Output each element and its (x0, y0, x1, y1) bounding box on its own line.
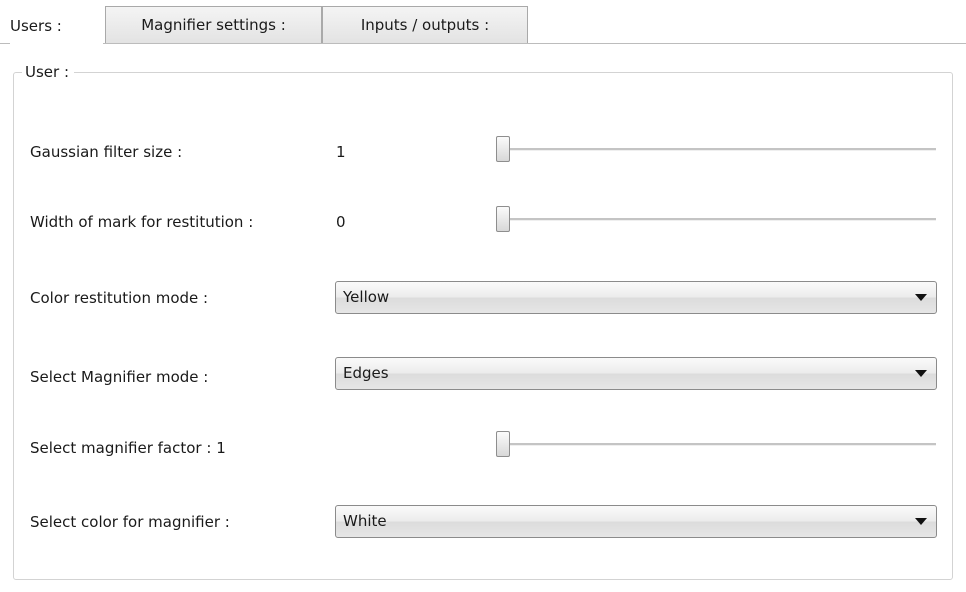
color-restitution-selected: Yellow (343, 288, 390, 306)
tab-bar: Users : Magnifier settings : Inputs / ou… (0, 0, 966, 44)
magnifier-color-selected: White (343, 512, 387, 530)
mark-width-value: 0 (336, 213, 346, 231)
chevron-down-icon (915, 518, 927, 525)
magnifier-color-select[interactable]: White (335, 505, 937, 538)
slider-handle[interactable] (496, 206, 510, 232)
tab-inputs-outputs[interactable]: Inputs / outputs : (322, 6, 528, 43)
magnifier-mode-label: Select Magnifier mode : (30, 368, 209, 386)
color-restitution-select[interactable]: Yellow (335, 281, 937, 314)
magnifier-factor-slider[interactable] (496, 431, 936, 457)
magnifier-mode-selected: Edges (343, 364, 389, 382)
slider-track (496, 148, 936, 151)
color-restitution-label: Color restitution mode : (30, 289, 209, 307)
tab-users[interactable]: Users : (10, 4, 103, 44)
tab-magnifier-settings[interactable]: Magnifier settings : (105, 6, 322, 43)
magnifier-factor-label: Select magnifier factor : 1 (30, 439, 226, 457)
mark-width-slider[interactable] (496, 206, 936, 232)
slider-handle[interactable] (496, 431, 510, 457)
magnifier-mode-select[interactable]: Edges (335, 357, 937, 390)
gaussian-filter-size-label: Gaussian filter size : (30, 143, 183, 161)
gaussian-filter-size-slider[interactable] (496, 136, 936, 162)
slider-track (496, 218, 936, 221)
group-title: User : (22, 62, 75, 82)
chevron-down-icon (915, 294, 927, 301)
gaussian-filter-size-value: 1 (336, 143, 346, 161)
magnifier-color-label: Select color for magnifier : (30, 513, 230, 531)
chevron-down-icon (915, 370, 927, 377)
slider-handle[interactable] (496, 136, 510, 162)
slider-track (496, 443, 936, 446)
mark-width-label: Width of mark for restitution : (30, 213, 254, 231)
